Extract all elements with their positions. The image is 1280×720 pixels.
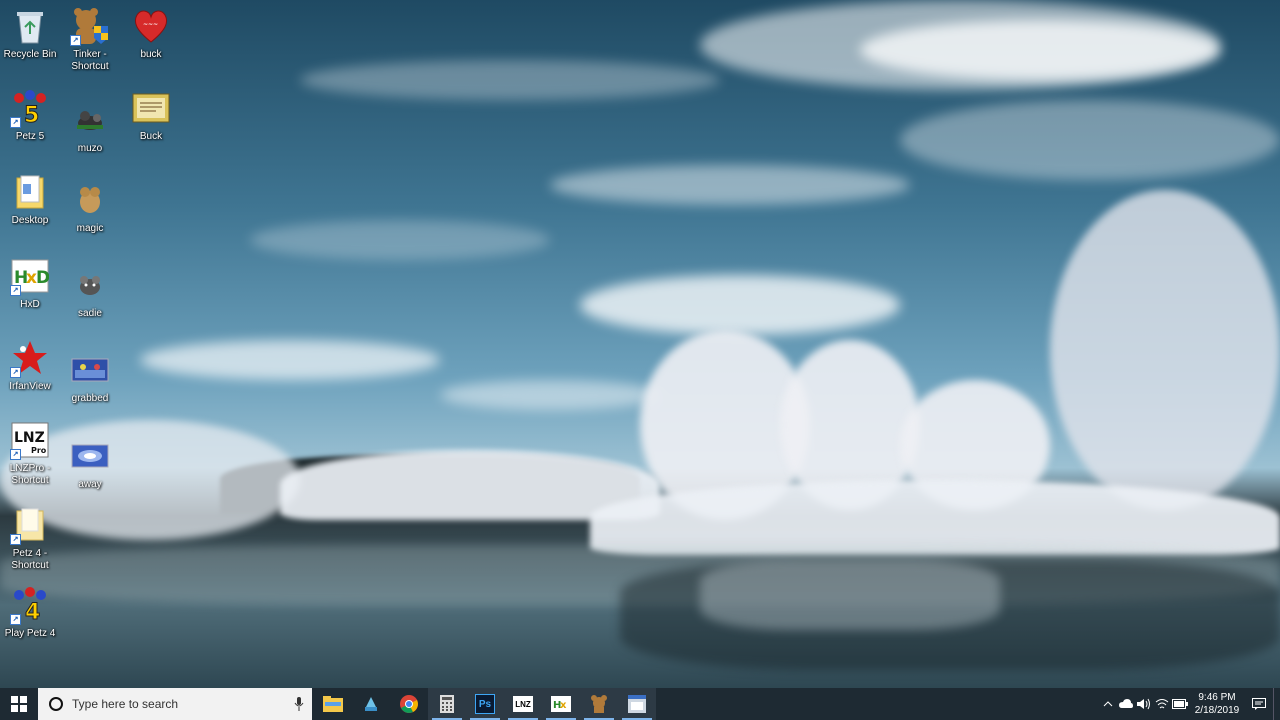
taskbar-search-box[interactable]: Type here to search bbox=[38, 688, 312, 720]
battery-icon bbox=[1172, 699, 1188, 709]
tinker-shortcut-icon: ↗ bbox=[70, 6, 110, 46]
taskbar: Type here to search Ps LNZ Hx 9:46 PM 2/… bbox=[0, 688, 1280, 720]
icon-label: sadie bbox=[78, 308, 102, 319]
microphone-icon[interactable] bbox=[294, 697, 304, 711]
svg-text:LNZ: LNZ bbox=[14, 430, 45, 446]
file-explorer-icon bbox=[323, 696, 343, 712]
hxd-icon: HxD ↗ bbox=[10, 256, 50, 296]
folder-shortcut-icon: ↗ bbox=[10, 505, 50, 545]
icon-label: Tinker - Shortcut bbox=[71, 49, 109, 72]
lnzpro-icon: LNZ Pro ↗ bbox=[10, 420, 50, 460]
icon-label: magic bbox=[76, 223, 104, 234]
svg-text:~~~: ~~~ bbox=[143, 21, 158, 28]
icon-label: Recycle Bin bbox=[3, 49, 57, 60]
clock-time: 9:46 PM bbox=[1198, 692, 1236, 703]
notification-icon bbox=[1252, 698, 1266, 710]
svg-text:D: D bbox=[36, 268, 49, 288]
search-placeholder: Type here to search bbox=[72, 697, 179, 711]
photoshop-icon: Ps bbox=[475, 694, 495, 714]
chevron-up-icon bbox=[1103, 701, 1113, 707]
grabbed-icon bbox=[70, 350, 110, 390]
show-desktop-button[interactable] bbox=[1273, 688, 1280, 720]
shortcut-arrow-icon: ↗ bbox=[10, 614, 21, 625]
icon-label: muzo bbox=[77, 143, 103, 154]
cortana-icon bbox=[49, 697, 63, 711]
petz4-icon: 4 ↗ bbox=[10, 585, 50, 625]
shortcut-arrow-icon: ↗ bbox=[10, 534, 21, 545]
desktop-icon-grabbed[interactable]: grabbed bbox=[53, 350, 127, 405]
desktop-icon-magic[interactable]: magic bbox=[53, 180, 127, 235]
network-button[interactable] bbox=[1153, 688, 1171, 720]
clock-date: 2/18/2019 bbox=[1194, 705, 1240, 716]
taskbar-hxd[interactable]: Hx bbox=[542, 688, 580, 720]
icon-label: away bbox=[78, 479, 102, 490]
taskbar-app-window[interactable] bbox=[618, 688, 656, 720]
away-icon bbox=[70, 436, 110, 476]
taskbar-chrome[interactable] bbox=[390, 688, 428, 720]
icon-label: Petz 5 bbox=[15, 131, 45, 142]
desktop-icon-sadie[interactable]: sadie bbox=[53, 265, 127, 320]
shortcut-arrow-icon: ↗ bbox=[10, 449, 21, 460]
svg-text:4: 4 bbox=[25, 600, 40, 625]
svg-text:x: x bbox=[560, 700, 567, 711]
wifi-icon bbox=[1155, 699, 1169, 709]
taskbar-file-explorer[interactable] bbox=[314, 688, 352, 720]
taskbar-app[interactable] bbox=[352, 688, 390, 720]
petz5-icon: 5 ↗ bbox=[10, 88, 50, 128]
volume-button[interactable] bbox=[1135, 688, 1153, 720]
taskbar-petz[interactable] bbox=[580, 688, 618, 720]
icon-label: Play Petz 4 bbox=[4, 628, 56, 639]
icon-label: Desktop bbox=[11, 215, 49, 226]
desktop-icon-play-petz4[interactable]: 4 ↗ Play Petz 4 bbox=[0, 585, 67, 640]
shortcut-arrow-icon: ↗ bbox=[10, 285, 21, 296]
hxd-taskbar-icon: Hx bbox=[551, 696, 571, 712]
battery-button[interactable] bbox=[1171, 688, 1189, 720]
show-hidden-icons-button[interactable] bbox=[1099, 688, 1117, 720]
svg-text:Pro: Pro bbox=[31, 446, 47, 455]
desktop-icon-away[interactable]: away bbox=[53, 436, 127, 491]
taskbar-clock[interactable]: 9:46 PM 2/18/2019 bbox=[1189, 691, 1245, 717]
cloud-icon bbox=[1119, 699, 1133, 708]
icon-label: HxD bbox=[20, 299, 40, 310]
windows-logo-icon bbox=[11, 696, 27, 712]
desktop-icon-petz4-shortcut[interactable]: ↗ Petz 4 - Shortcut bbox=[0, 505, 67, 572]
sadie-icon bbox=[70, 265, 110, 305]
icon-label: LNZPro - Shortcut bbox=[9, 463, 51, 486]
buck-image-icon bbox=[131, 88, 171, 128]
taskbar-calculator[interactable] bbox=[428, 688, 466, 720]
icon-label: Petz 4 - Shortcut bbox=[11, 548, 49, 571]
desktop-icon-buck-heart[interactable]: ~~~ buck bbox=[114, 6, 188, 61]
lnz-icon: LNZ bbox=[513, 696, 533, 712]
taskbar-photoshop[interactable]: Ps bbox=[466, 688, 504, 720]
shortcut-arrow-icon: ↗ bbox=[10, 117, 21, 128]
petz-icon bbox=[591, 695, 607, 713]
shortcut-arrow-icon: ↗ bbox=[10, 367, 21, 378]
magic-icon bbox=[70, 180, 110, 220]
desktop-wallpaper bbox=[0, 0, 1280, 688]
calculator-icon bbox=[440, 695, 454, 713]
onedrive-button[interactable] bbox=[1117, 688, 1135, 720]
icon-label: IrfanView bbox=[9, 381, 51, 392]
icon-label: buck bbox=[140, 49, 162, 60]
app-window-icon bbox=[628, 695, 646, 713]
heart-icon: ~~~ bbox=[131, 6, 171, 46]
desktop-icon-buck-image[interactable]: Buck bbox=[114, 88, 188, 143]
shortcut-arrow-icon: ↗ bbox=[70, 35, 81, 46]
icon-label: grabbed bbox=[71, 393, 109, 404]
chrome-icon bbox=[400, 695, 418, 713]
irfanview-icon: ↗ bbox=[10, 338, 50, 378]
speaker-icon bbox=[1137, 698, 1150, 710]
svg-text:5: 5 bbox=[24, 103, 39, 128]
muzo-icon bbox=[70, 100, 110, 140]
folder-icon bbox=[10, 172, 50, 212]
icon-label: Buck bbox=[139, 131, 163, 142]
action-center-button[interactable] bbox=[1245, 688, 1273, 720]
recycle-bin-icon bbox=[10, 6, 50, 46]
start-button[interactable] bbox=[0, 688, 38, 720]
taskbar-lnz[interactable]: LNZ bbox=[504, 688, 542, 720]
app-icon bbox=[365, 697, 377, 711]
